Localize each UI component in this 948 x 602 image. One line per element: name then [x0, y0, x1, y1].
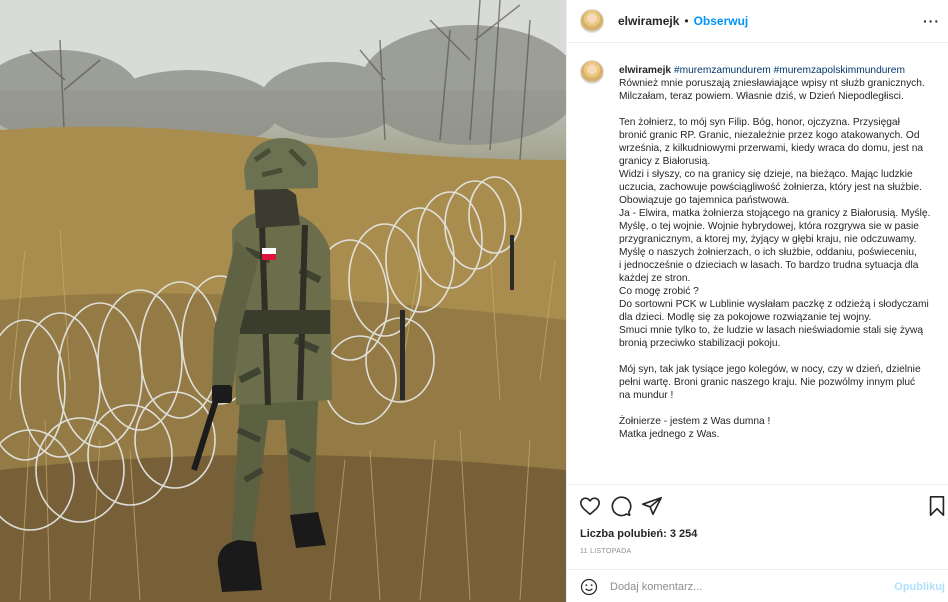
smiley-icon[interactable]: [580, 578, 598, 596]
paper-plane-icon[interactable]: [641, 495, 663, 517]
photo-scene: [0, 0, 566, 602]
bookmark-icon[interactable]: [926, 495, 948, 517]
heart-icon[interactable]: [579, 495, 601, 517]
header-separator: •: [684, 14, 689, 28]
caption-text: Również mnie poruszają zniesławiające wp…: [619, 78, 931, 440]
publish-button[interactable]: Opublikuj: [894, 581, 945, 593]
caption-hashtags[interactable]: #muremzamundurem #muremzapolskimmundurem: [674, 65, 905, 76]
author-avatar[interactable]: [580, 9, 604, 33]
likes-count[interactable]: Liczba polubień: 3 254: [580, 528, 697, 540]
comment-bubble-icon[interactable]: [610, 495, 632, 517]
caption-author-avatar[interactable]: [580, 60, 604, 84]
author-username[interactable]: elwiramejk: [618, 14, 679, 28]
caption-username[interactable]: elwiramejk: [619, 65, 671, 76]
comment-bar: Opublikuj: [567, 569, 948, 602]
post-photo[interactable]: [0, 0, 566, 602]
more-options-icon[interactable]: ···: [923, 13, 940, 29]
polish-flag-patch: [262, 248, 276, 254]
follow-button[interactable]: Obserwuj: [694, 14, 749, 28]
post-side-panel: elwiramejk • Obserwuj ··· elwiramejk #mu…: [566, 0, 948, 602]
post-date[interactable]: 11 LISTOPADA: [580, 548, 631, 555]
comment-input[interactable]: [610, 578, 890, 596]
caption-body: elwiramejk #muremzamundurem #muremzapols…: [619, 64, 948, 441]
post-header: elwiramejk • Obserwuj ···: [567, 0, 948, 43]
